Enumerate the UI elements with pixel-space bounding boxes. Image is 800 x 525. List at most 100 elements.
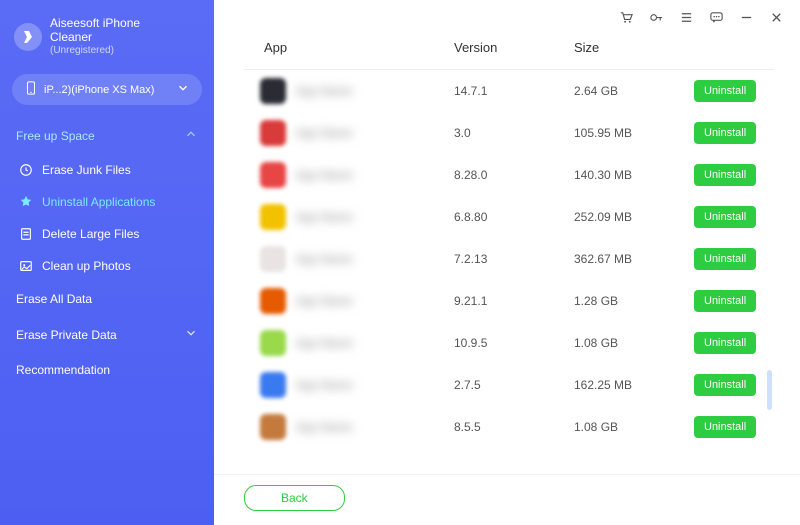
- sidebar-item-uninstall-apps[interactable]: Uninstall Applications: [0, 186, 214, 218]
- table-row: App Name8.5.51.08 GBUninstall: [244, 406, 774, 448]
- clock-icon: [18, 162, 34, 178]
- action-cell: Uninstall: [694, 80, 774, 102]
- table-header: App Version Size: [244, 34, 774, 70]
- table-row: App Name7.2.13362.67 MBUninstall: [244, 238, 774, 280]
- size-cell: 1.08 GB: [574, 420, 694, 434]
- app-name-blurred: App Name: [296, 378, 353, 392]
- table-row: App Name 10.9.51.08 GBUninstall: [244, 322, 774, 364]
- version-cell: 6.8.80: [454, 210, 574, 224]
- action-cell: Uninstall: [694, 206, 774, 228]
- sidebar-item-label: Erase Junk Files: [42, 163, 131, 177]
- col-header-size: Size: [574, 40, 694, 55]
- app-cell: App Name: [244, 246, 454, 272]
- app-cell: App Name: [244, 204, 454, 230]
- app-name-blurred: App Name: [296, 84, 353, 98]
- app-name-blurred: App Name: [296, 210, 353, 224]
- section-recommendation[interactable]: Recommendation: [0, 353, 214, 387]
- col-header-version: Version: [454, 40, 574, 55]
- app-icon: [260, 120, 286, 146]
- chevron-down-icon: [176, 81, 190, 98]
- uninstall-button[interactable]: Uninstall: [694, 290, 756, 312]
- footer: Back: [214, 474, 800, 525]
- scrollbar-thumb[interactable]: [767, 370, 772, 410]
- menu-icon[interactable]: [678, 9, 694, 25]
- size-cell: 105.95 MB: [574, 126, 694, 140]
- app-icon: [260, 78, 286, 104]
- app-name-blurred: App Name: [296, 420, 353, 434]
- app-icon: [260, 372, 286, 398]
- app-icon: [260, 288, 286, 314]
- section-label: Erase All Data: [16, 292, 92, 306]
- size-cell: 2.64 GB: [574, 84, 694, 98]
- app-cell: App Name: [244, 330, 454, 356]
- star-icon: [18, 194, 34, 210]
- version-cell: 14.7.1: [454, 84, 574, 98]
- table-row: App Name9.21.11.28 GBUninstall: [244, 280, 774, 322]
- section-erase-all[interactable]: Erase All Data: [0, 282, 214, 316]
- app-cell: App Name: [244, 162, 454, 188]
- key-icon[interactable]: [648, 9, 664, 25]
- size-cell: 1.08 GB: [574, 336, 694, 350]
- sidebar-item-cleanup-photos[interactable]: Clean up Photos: [0, 250, 214, 282]
- feedback-icon[interactable]: [708, 9, 724, 25]
- section-free-up-space[interactable]: Free up Space: [0, 117, 214, 154]
- action-cell: Uninstall: [694, 164, 774, 186]
- minimize-icon[interactable]: [738, 9, 754, 25]
- action-cell: Uninstall: [694, 374, 774, 396]
- app-icon: [260, 330, 286, 356]
- device-selector[interactable]: iP...2)(iPhone XS Max): [12, 74, 202, 105]
- app-name-blurred: App Name: [296, 168, 353, 182]
- version-cell: 10.9.5: [454, 336, 574, 350]
- uninstall-button[interactable]: Uninstall: [694, 80, 756, 102]
- uninstall-button[interactable]: Uninstall: [694, 374, 756, 396]
- image-icon: [18, 258, 34, 274]
- section-erase-private[interactable]: Erase Private Data: [0, 316, 214, 353]
- sidebar: Aiseesoft iPhone Cleaner (Unregistered) …: [0, 0, 214, 525]
- chevron-down-icon: [184, 326, 198, 343]
- app-cell: App Name: [244, 372, 454, 398]
- device-label: iP...2)(iPhone XS Max): [44, 84, 154, 96]
- app-logo-icon: [14, 23, 42, 51]
- version-cell: 8.28.0: [454, 168, 574, 182]
- action-cell: Uninstall: [694, 248, 774, 270]
- section-label: Recommendation: [16, 363, 110, 377]
- action-cell: Uninstall: [694, 122, 774, 144]
- app-icon: [260, 246, 286, 272]
- table-row: App Name8.28.0140.30 MBUninstall: [244, 154, 774, 196]
- app-cell: App Name: [244, 120, 454, 146]
- app-list[interactable]: App Name14.7.12.64 GBUninstallApp Name3.…: [244, 70, 774, 468]
- app-name-blurred: App Name: [296, 294, 353, 308]
- titlebar: [214, 0, 800, 34]
- section-label: Erase Private Data: [16, 328, 117, 342]
- uninstall-button[interactable]: Uninstall: [694, 248, 756, 270]
- cart-icon[interactable]: [618, 9, 634, 25]
- table-row: App Name3.0105.95 MBUninstall: [244, 112, 774, 154]
- sidebar-item-label: Delete Large Files: [42, 227, 139, 241]
- back-button[interactable]: Back: [244, 485, 345, 511]
- app-cell: App Name: [244, 78, 454, 104]
- app-cell: App Name: [244, 414, 454, 440]
- size-cell: 252.09 MB: [574, 210, 694, 224]
- app-title: Aiseesoft iPhone Cleaner: [50, 16, 140, 44]
- brand-text: Aiseesoft iPhone Cleaner (Unregistered): [50, 16, 140, 58]
- app-name-blurred: App Name: [296, 336, 353, 350]
- action-cell: Uninstall: [694, 416, 774, 438]
- uninstall-button[interactable]: Uninstall: [694, 206, 756, 228]
- uninstall-button[interactable]: Uninstall: [694, 416, 756, 438]
- col-header-action: [694, 40, 774, 55]
- size-cell: 362.67 MB: [574, 252, 694, 266]
- app-name-blurred: App Name: [296, 252, 353, 266]
- file-icon: [18, 226, 34, 242]
- section-label: Free up Space: [16, 129, 95, 143]
- sidebar-item-delete-large[interactable]: Delete Large Files: [0, 218, 214, 250]
- app-icon: [260, 162, 286, 188]
- close-icon[interactable]: [768, 9, 784, 25]
- col-header-app: App: [244, 40, 454, 55]
- sidebar-item-erase-junk[interactable]: Erase Junk Files: [0, 154, 214, 186]
- table-row: App Name 6.8.80252.09 MBUninstall: [244, 196, 774, 238]
- table-row: App Name 14.7.12.64 GBUninstall: [244, 70, 774, 112]
- uninstall-button[interactable]: Uninstall: [694, 332, 756, 354]
- action-cell: Uninstall: [694, 290, 774, 312]
- uninstall-button[interactable]: Uninstall: [694, 164, 756, 186]
- uninstall-button[interactable]: Uninstall: [694, 122, 756, 144]
